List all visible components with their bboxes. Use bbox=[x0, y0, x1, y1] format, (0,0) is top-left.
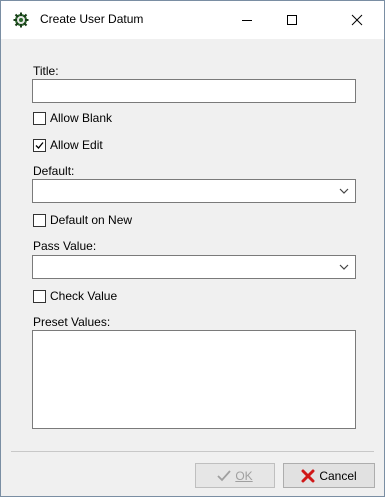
default-on-new-label: Default on New bbox=[50, 213, 133, 227]
maximize-button[interactable] bbox=[269, 1, 315, 39]
preset-values-textarea[interactable] bbox=[32, 330, 356, 429]
title-label: Title: bbox=[33, 64, 59, 78]
app-gear-icon bbox=[13, 12, 29, 28]
preset-values-label: Preset Values: bbox=[33, 315, 111, 329]
allow-edit-checkbox[interactable] bbox=[33, 138, 46, 152]
chevron-down-icon bbox=[339, 188, 349, 194]
allow-edit-label: Allow Edit bbox=[50, 138, 103, 152]
checkmark-icon bbox=[217, 469, 232, 481]
red-x-icon bbox=[301, 469, 315, 482]
allow-blank-option[interactable]: Allow Blank bbox=[33, 111, 112, 125]
allow-blank-label: Allow Blank bbox=[50, 111, 113, 125]
cancel-button[interactable]: Cancel bbox=[283, 463, 375, 488]
default-on-new-checkbox[interactable] bbox=[33, 213, 46, 227]
check-value-label: Check Value bbox=[50, 289, 118, 303]
allow-blank-checkbox[interactable] bbox=[33, 111, 46, 125]
minimize-button[interactable] bbox=[224, 1, 270, 39]
close-button[interactable] bbox=[334, 1, 380, 39]
pass-value-dropdown[interactable] bbox=[32, 255, 356, 279]
check-value-option[interactable]: Check Value bbox=[33, 289, 117, 303]
title-input[interactable] bbox=[32, 79, 356, 103]
footer-separator bbox=[11, 451, 374, 452]
check-value-checkbox[interactable] bbox=[33, 289, 46, 303]
default-dropdown[interactable] bbox=[32, 179, 356, 203]
window-title: Create User Datum bbox=[40, 12, 144, 26]
ok-button[interactable]: OK bbox=[195, 463, 275, 488]
checkmark-icon bbox=[35, 141, 44, 149]
title-bar: Create User Datum bbox=[1, 1, 384, 39]
allow-edit-option[interactable]: Allow Edit bbox=[33, 138, 103, 152]
minimize-icon bbox=[242, 20, 252, 21]
default-label: Default: bbox=[33, 164, 75, 178]
cancel-label: Cancel bbox=[319, 468, 357, 483]
pass-value-label: Pass Value: bbox=[33, 239, 97, 253]
ok-label: OK bbox=[235, 468, 253, 483]
maximize-icon bbox=[287, 15, 297, 25]
close-icon bbox=[351, 14, 363, 26]
default-on-new-option[interactable]: Default on New bbox=[33, 213, 132, 227]
chevron-down-icon bbox=[339, 264, 349, 270]
create-user-datum-dialog: Create User Datum Title: Allow Blank All… bbox=[0, 0, 385, 497]
